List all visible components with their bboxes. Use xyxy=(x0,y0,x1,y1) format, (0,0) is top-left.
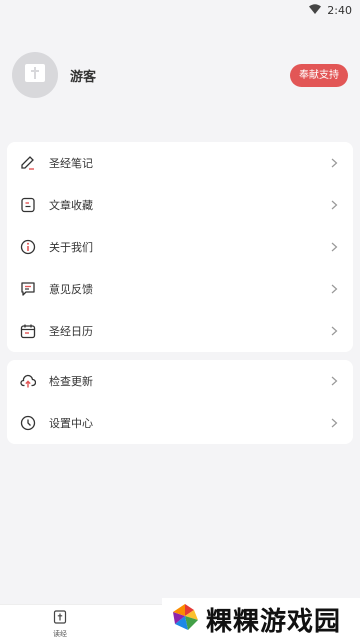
menu-item-label: 文章收藏 xyxy=(49,199,93,212)
pencil-icon xyxy=(19,154,37,172)
chevron-right-icon xyxy=(329,326,339,336)
menu-card-main: 圣经笔记 文章收藏 关于我们 意见反馈 圣经日历 xyxy=(7,142,353,352)
menu-item-bible-calendar[interactable]: 圣经日历 xyxy=(7,310,353,352)
menu-item-article-favorites[interactable]: 文章收藏 xyxy=(7,184,353,226)
username: 游客 xyxy=(70,69,97,85)
menu-item-bible-notes[interactable]: 圣经笔记 xyxy=(7,142,353,184)
info-icon xyxy=(19,238,37,256)
cloud-upload-icon xyxy=(19,372,37,390)
menu-card-system: 检查更新 设置中心 xyxy=(7,360,353,444)
menu-item-feedback[interactable]: 意见反馈 xyxy=(7,268,353,310)
menu-item-label: 圣经笔记 xyxy=(49,157,93,170)
status-time: 2:40 xyxy=(327,3,352,17)
menu-item-label: 设置中心 xyxy=(49,417,93,430)
book-cross-icon xyxy=(23,62,47,88)
chevron-right-icon xyxy=(329,200,339,210)
avatar[interactable] xyxy=(12,52,58,98)
donate-button[interactable]: 奉献支持 xyxy=(290,63,348,87)
calendar-icon xyxy=(19,322,37,340)
menu-item-label: 圣经日历 xyxy=(49,325,93,338)
profile-header: 游客 奉献支持 xyxy=(0,45,360,105)
menu-item-label: 检查更新 xyxy=(49,375,93,388)
menu-item-label: 意见反馈 xyxy=(49,283,93,296)
chevron-right-icon xyxy=(329,376,339,386)
bible-icon xyxy=(53,609,67,628)
clock-icon xyxy=(19,414,37,432)
status-bar: 2:40 xyxy=(0,0,360,20)
tab-label: 读经 xyxy=(53,630,67,638)
watermark: 粿粿游戏园 xyxy=(162,598,360,640)
chevron-right-icon xyxy=(329,158,339,168)
chevron-right-icon xyxy=(329,284,339,294)
menu-item-settings[interactable]: 设置中心 xyxy=(7,402,353,444)
watermark-logo-icon xyxy=(170,602,200,636)
wifi-icon xyxy=(309,3,322,17)
menu-item-label: 关于我们 xyxy=(49,241,93,254)
tab-read-bible[interactable]: 读经 xyxy=(45,609,75,639)
watermark-text: 粿粿游戏园 xyxy=(206,606,342,637)
menu-item-check-update[interactable]: 检查更新 xyxy=(7,360,353,402)
menu-item-about-us[interactable]: 关于我们 xyxy=(7,226,353,268)
chevron-right-icon xyxy=(329,418,339,428)
chat-icon xyxy=(19,280,37,298)
chevron-right-icon xyxy=(329,242,339,252)
bookmark-icon xyxy=(19,196,37,214)
